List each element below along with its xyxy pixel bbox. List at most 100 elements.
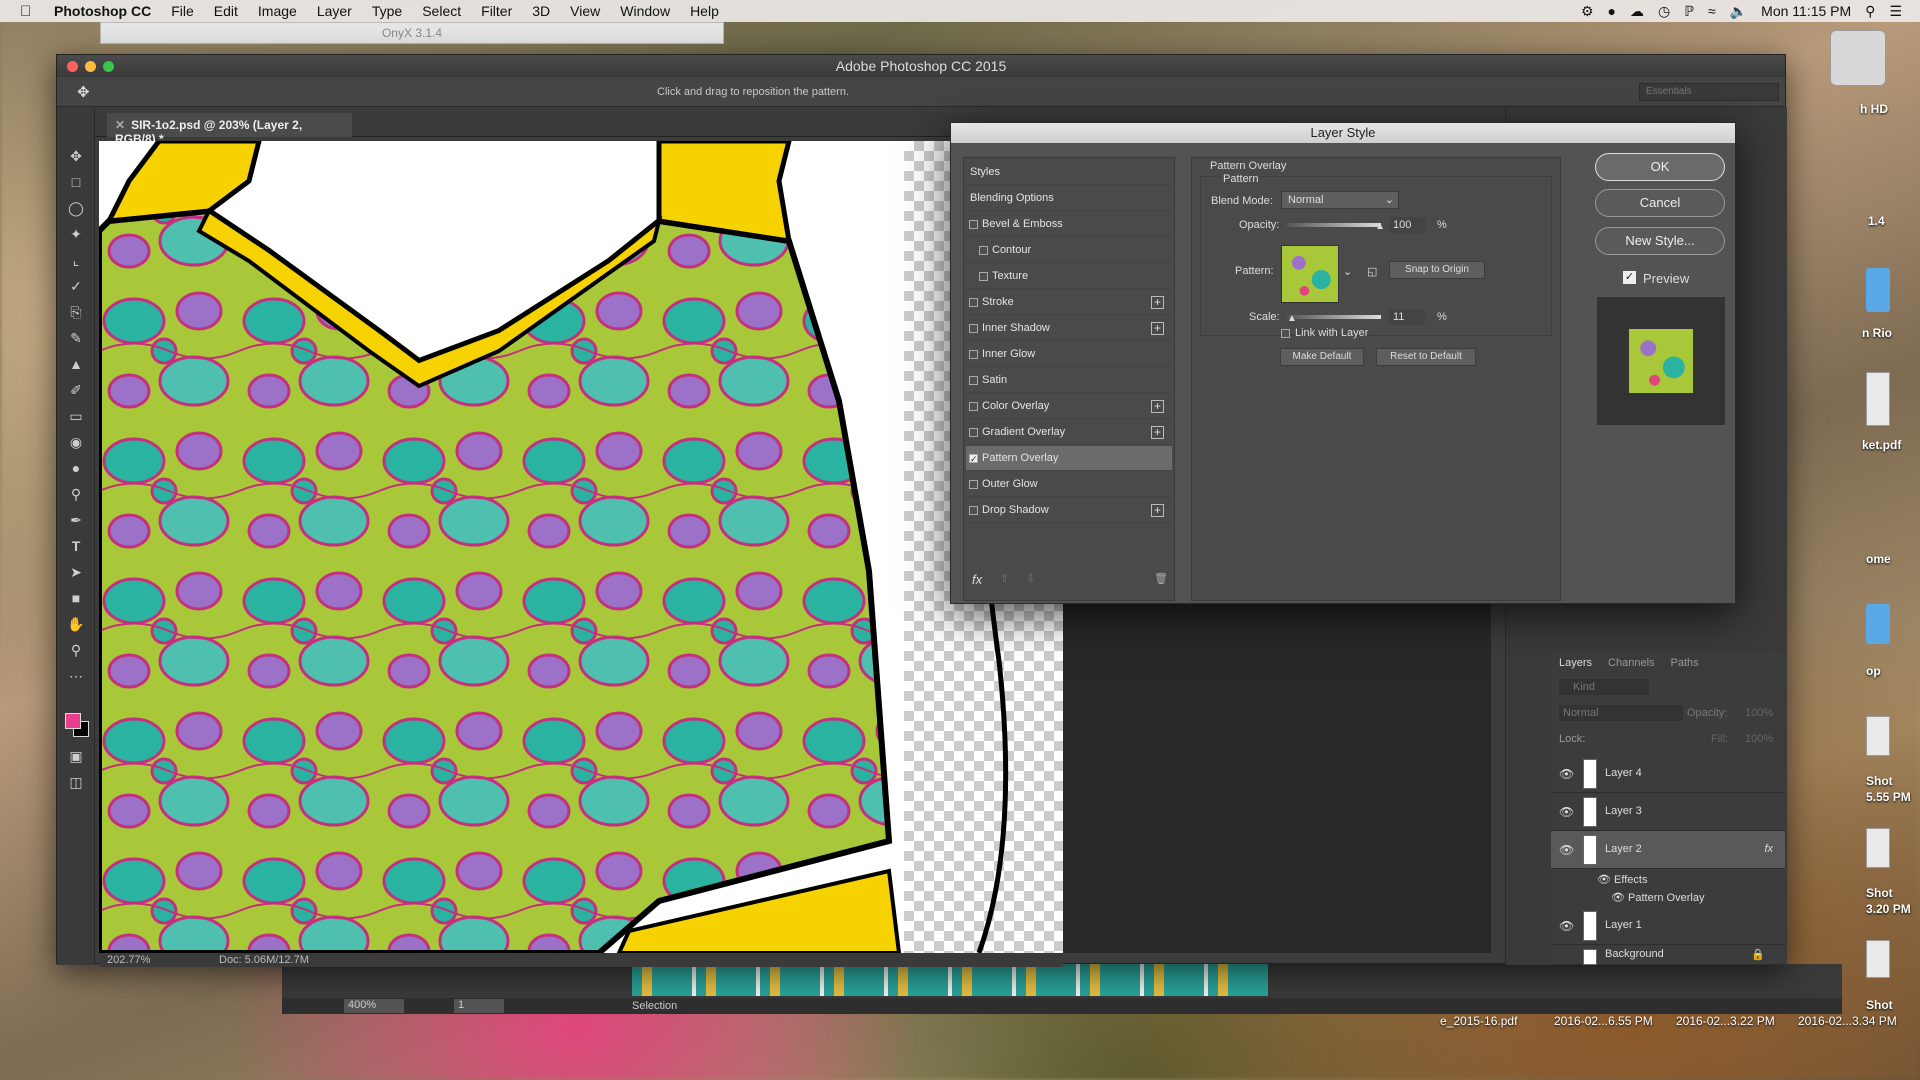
layer-row[interactable]: 👁 Layer 1	[1551, 907, 1785, 945]
style-checkbox[interactable]	[979, 246, 988, 255]
make-default-button[interactable]: Make Default	[1280, 348, 1364, 366]
tab-paths[interactable]: Paths	[1671, 657, 1699, 669]
style-drop-shadow[interactable]: Drop Shadow +	[966, 498, 1172, 523]
snap-to-origin-button[interactable]: Snap to Origin	[1389, 261, 1485, 279]
minimize-window-button[interactable]	[85, 61, 96, 72]
menubar-clock[interactable]: Mon 11:15 PM	[1761, 3, 1851, 19]
style-checkbox[interactable]	[969, 506, 978, 515]
style-contour[interactable]: Contour	[966, 238, 1172, 263]
effects-row[interactable]: 👁 Effects	[1597, 873, 1647, 886]
menu-edit[interactable]: Edit	[214, 3, 238, 19]
move-up-arrow-icon[interactable]: ⇧	[1000, 572, 1009, 585]
hand-tool-icon[interactable]: ✋	[66, 615, 86, 633]
eraser-tool-icon[interactable]: ▭	[66, 407, 86, 425]
menu-view[interactable]: View	[570, 3, 600, 19]
layer-row[interactable]: 👁 Layer 3	[1551, 793, 1785, 831]
onyx-window-titlebar[interactable]: OnyX 3.1.4	[100, 22, 724, 44]
close-tab-icon[interactable]: ✕	[115, 118, 125, 132]
frame-field[interactable]: 1	[454, 999, 504, 1013]
add-style-plus-icon[interactable]: +	[1151, 400, 1164, 413]
style-checkbox[interactable]	[969, 220, 978, 229]
menu-window[interactable]: Window	[620, 3, 670, 19]
zoom-window-button[interactable]	[103, 61, 114, 72]
visibility-eye-icon[interactable]: 👁	[1559, 805, 1574, 819]
menu-filter[interactable]: Filter	[481, 3, 512, 19]
move-down-arrow-icon[interactable]: ⇩	[1026, 572, 1035, 585]
style-gradient-overlay[interactable]: Gradient Overlay +	[966, 420, 1172, 445]
tab-channels[interactable]: Channels	[1608, 657, 1654, 669]
style-texture[interactable]: Texture	[966, 264, 1172, 289]
zoom-tool-icon[interactable]: ⚲	[66, 641, 86, 659]
bluetooth-icon[interactable]: ℙ	[1684, 3, 1694, 20]
rectangle-tool-icon[interactable]: ■	[66, 589, 86, 607]
layer-opacity-value[interactable]: 100%	[1745, 707, 1773, 719]
layer-blend-mode[interactable]: Normal	[1559, 705, 1683, 721]
scale-value[interactable]: 11	[1389, 309, 1425, 325]
style-outer-glow[interactable]: Outer Glow	[966, 472, 1172, 497]
layer-row[interactable]: 👁 Layer 4	[1551, 755, 1785, 793]
document-canvas[interactable]	[99, 141, 1063, 953]
screenshot-file-icon[interactable]	[1866, 940, 1890, 978]
desktop-file-label[interactable]: 2016-02...3.22 PM	[1676, 1014, 1775, 1028]
ok-button[interactable]: OK	[1595, 153, 1725, 181]
pdf-file-icon[interactable]	[1866, 372, 1890, 426]
reset-to-default-button[interactable]: Reset to Default	[1376, 348, 1476, 366]
dodge-tool-icon[interactable]: ⚲	[66, 485, 86, 503]
layer-row-selected[interactable]: 👁 Layer 2 fx	[1551, 831, 1785, 869]
style-inner-shadow[interactable]: Inner Shadow +	[966, 316, 1172, 341]
more-tools-icon[interactable]: ⋯	[66, 667, 86, 685]
dialog-titlebar[interactable]: Layer Style	[951, 123, 1735, 143]
style-satin[interactable]: Satin	[966, 368, 1172, 393]
menu-3d[interactable]: 3D	[532, 3, 550, 19]
style-checkbox[interactable]	[979, 272, 988, 281]
new-preset-icon[interactable]: ◱	[1367, 265, 1377, 278]
kind-filter[interactable]: Kind	[1559, 679, 1649, 695]
style-checkbox[interactable]	[969, 350, 978, 359]
new-style-button[interactable]: New Style...	[1595, 227, 1725, 255]
crop-tool-icon[interactable]: ⌞	[66, 251, 86, 269]
style-color-overlay[interactable]: Color Overlay +	[966, 394, 1172, 419]
menu-image[interactable]: Image	[258, 3, 297, 19]
document-tab[interactable]: ✕ SIR-1o2.psd @ 203% (Layer 2, RGB/8) *	[107, 113, 352, 146]
opacity-slider[interactable]: ▲	[1287, 221, 1385, 232]
screenshot-file-icon[interactable]	[1866, 716, 1890, 756]
style-checkbox[interactable]	[969, 324, 978, 333]
desktop-file-label[interactable]: 2016-02...3.34 PM	[1798, 1014, 1897, 1028]
type-tool-icon[interactable]: T	[66, 537, 86, 555]
brush-tool-icon[interactable]: ✎	[66, 329, 86, 347]
status-zoom[interactable]: 202.77%	[107, 954, 150, 966]
slider-thumb-icon[interactable]: ▲	[1287, 313, 1297, 324]
wifi-icon[interactable]: ≈	[1708, 3, 1716, 19]
desktop-file-label[interactable]: e_2015-16.pdf	[1440, 1014, 1517, 1028]
stamp-tool-icon[interactable]: ▲	[66, 355, 86, 373]
effect-item-row[interactable]: 👁 Pattern Overlay	[1611, 891, 1704, 904]
style-checkbox[interactable]	[969, 298, 978, 307]
folder-icon[interactable]	[1866, 268, 1890, 312]
blur-tool-icon[interactable]: ●	[66, 459, 86, 477]
style-checkbox-checked[interactable]: ✓	[969, 454, 978, 464]
style-checkbox[interactable]	[969, 402, 978, 411]
photoshop-titlebar[interactable]: Adobe Photoshop CC 2015	[57, 55, 1785, 77]
volume-icon[interactable]: 🔈	[1730, 3, 1747, 20]
menu-help[interactable]: Help	[690, 3, 719, 19]
hard-drive-icon[interactable]	[1830, 30, 1886, 86]
workspace-select[interactable]: Essentials	[1639, 83, 1779, 101]
history-brush-tool-icon[interactable]: ✐	[66, 381, 86, 399]
status-doc-size[interactable]: Doc: 5.06M/12.7M	[219, 954, 309, 966]
screen-mode-icon[interactable]: ◫	[66, 773, 86, 791]
style-stroke[interactable]: Stroke +	[966, 290, 1172, 315]
scale-slider[interactable]: ▲	[1287, 313, 1381, 324]
layer-row[interactable]: Background 🔒	[1551, 945, 1785, 965]
menu-type[interactable]: Type	[372, 3, 402, 19]
slider-thumb-icon[interactable]: ▲	[1375, 221, 1385, 232]
style-checkbox[interactable]	[969, 376, 978, 385]
link-with-layer-checkbox[interactable]	[1281, 329, 1290, 338]
fx-menu-button[interactable]: fx	[972, 572, 982, 587]
menu-layer[interactable]: Layer	[317, 3, 352, 19]
marquee-tool-icon[interactable]: □	[66, 173, 86, 191]
quick-mask-icon[interactable]: ▣	[66, 747, 86, 765]
menu-file[interactable]: File	[171, 3, 194, 19]
creative-cloud-icon[interactable]: ●	[1608, 3, 1616, 19]
style-checkbox[interactable]	[969, 428, 978, 437]
add-style-plus-icon[interactable]: +	[1151, 504, 1164, 517]
